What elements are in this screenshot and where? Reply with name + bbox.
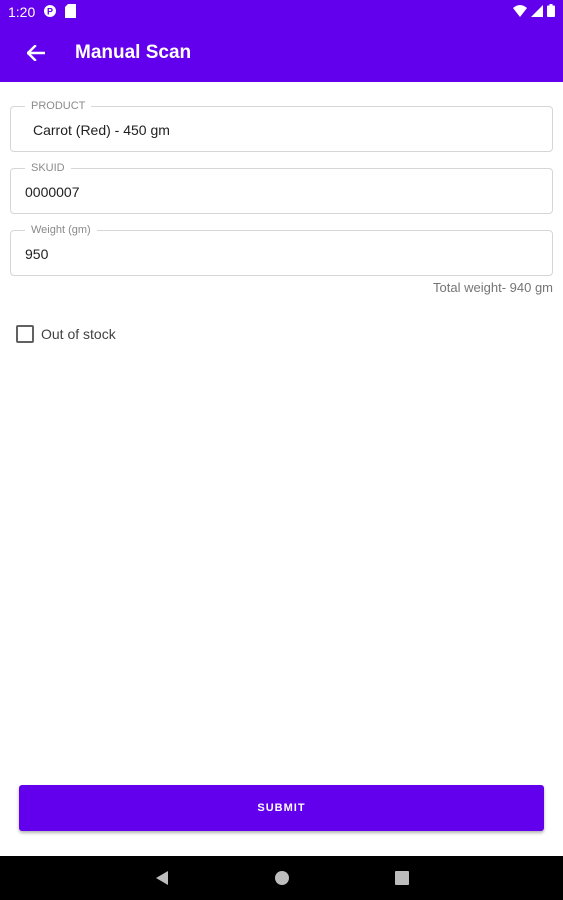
out-of-stock-label: Out of stock [41,326,116,342]
skuid-value: 0000007 [25,184,80,200]
status-bar: 1:20 P [0,0,563,24]
page-title: Manual Scan [75,42,192,63]
app-bar: Manual Scan [0,24,563,82]
weight-label: Weight (gm) [25,224,97,236]
product-label: PRODUCT [25,100,92,112]
status-left: 1:20 P [8,3,77,21]
svg-text:P: P [47,6,53,16]
nav-back-button[interactable] [142,858,182,898]
out-of-stock-row[interactable]: Out of stock [16,325,116,343]
product-field[interactable]: PRODUCT Carrot (Red) - 450 gm [10,100,553,152]
back-triangle-icon [155,871,168,885]
status-time: 1:20 [8,4,36,20]
arrow-back-icon [27,45,45,61]
back-button[interactable] [24,41,48,65]
weight-field[interactable]: Weight (gm) 950 [10,224,553,276]
product-value: Carrot (Red) - 450 gm [33,122,170,138]
weight-value: 950 [25,246,49,262]
battery-icon [547,4,555,20]
skuid-label: SKUID [25,162,71,174]
submit-button[interactable]: SUBMIT [19,785,544,831]
navigation-bar [0,856,563,900]
nav-recents-button[interactable] [382,858,422,898]
notification-p-icon: P [43,4,57,21]
nav-home-button[interactable] [262,858,302,898]
status-right [513,4,555,20]
sd-card-icon [65,3,77,21]
signal-icon [531,4,543,20]
total-weight-text: Total weight- 940 gm [433,280,553,295]
recents-square-icon [394,871,409,885]
wifi-icon [513,4,527,20]
out-of-stock-checkbox[interactable] [16,325,34,343]
skuid-field[interactable]: SKUID 0000007 [10,162,553,214]
home-circle-icon [274,871,289,885]
